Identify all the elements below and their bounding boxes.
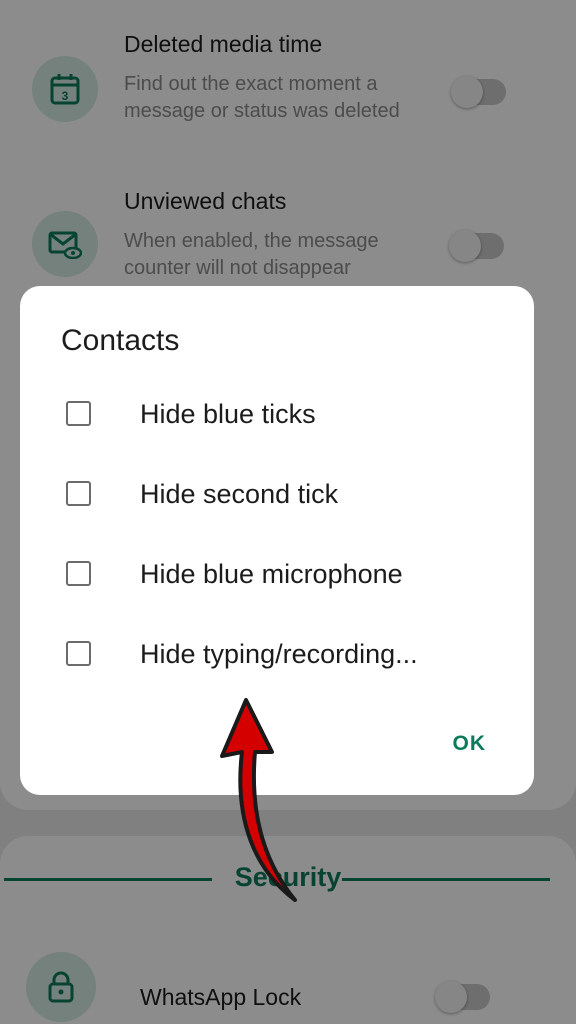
checkbox[interactable] <box>66 481 91 506</box>
checkbox[interactable] <box>66 561 91 586</box>
option-hide-second-tick[interactable]: Hide second tick <box>20 459 534 529</box>
red-arrow-icon <box>220 698 297 902</box>
checkbox[interactable] <box>66 401 91 426</box>
ok-button[interactable]: OK <box>453 732 487 756</box>
option-label: Hide second tick <box>140 479 339 509</box>
option-hide-blue-ticks[interactable]: Hide blue ticks <box>20 379 534 449</box>
checkbox[interactable] <box>66 641 91 666</box>
option-label: Hide blue ticks <box>140 399 316 429</box>
option-label: Hide typing/recording... <box>140 639 418 669</box>
dialog-title: Contacts <box>61 324 180 357</box>
option-hide-typing-recording[interactable]: Hide typing/recording... <box>20 619 534 689</box>
option-hide-blue-microphone[interactable]: Hide blue microphone <box>20 539 534 609</box>
option-label: Hide blue microphone <box>140 559 403 589</box>
